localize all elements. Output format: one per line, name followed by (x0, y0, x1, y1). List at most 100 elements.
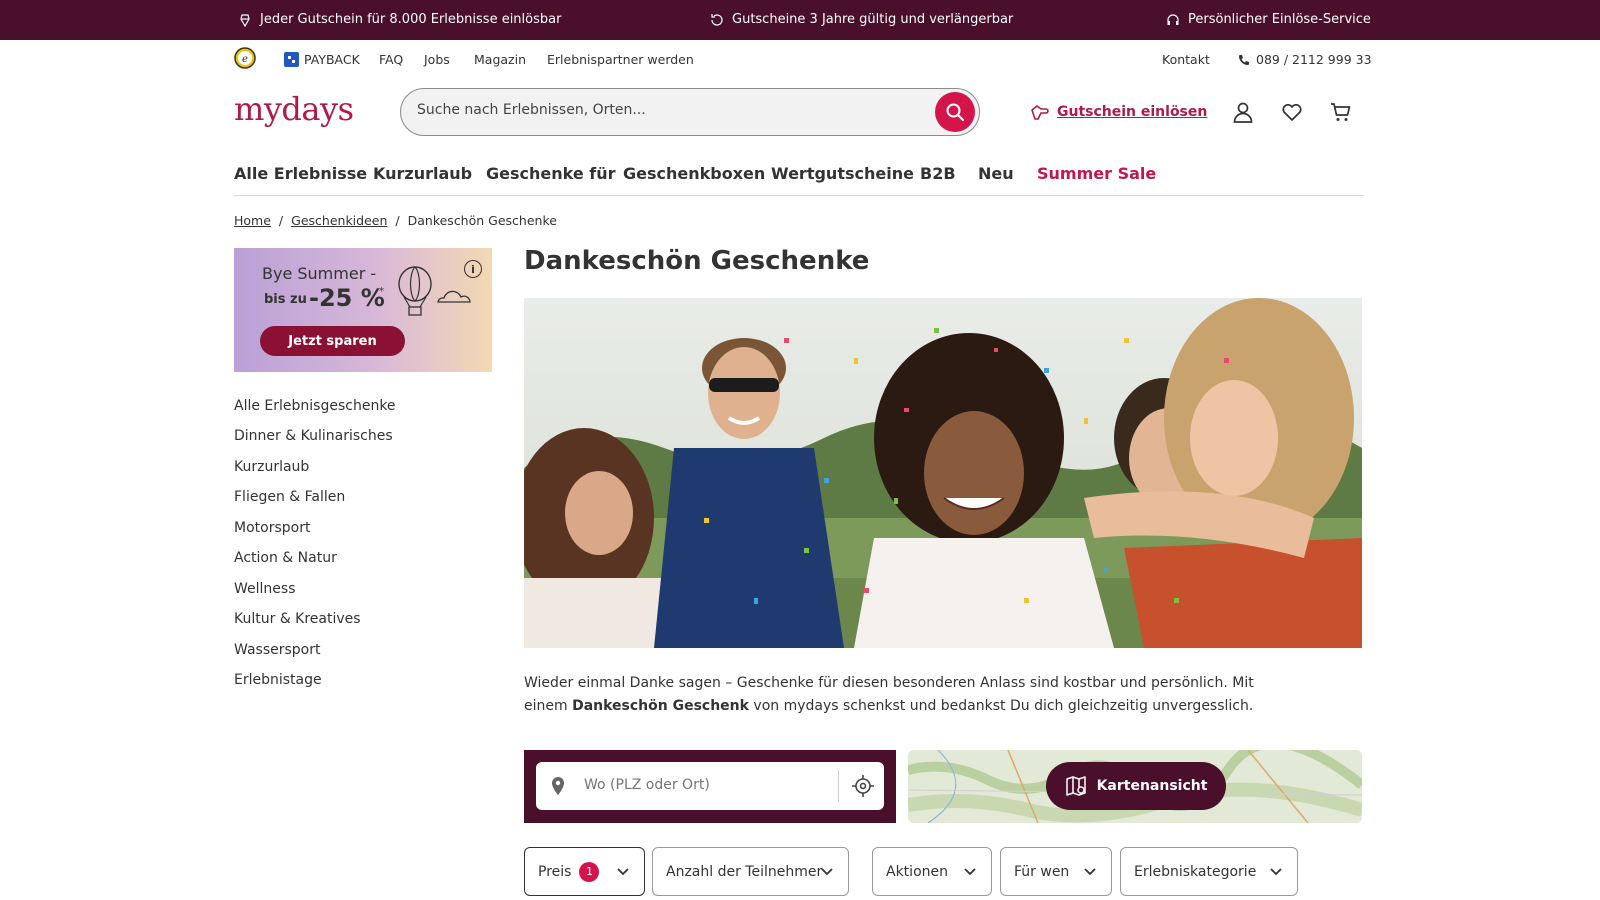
magazin-link[interactable]: Magazin (474, 52, 526, 67)
trusted-shops-badge[interactable]: e (234, 47, 256, 72)
field-divider (838, 770, 839, 802)
nav-alle-erlebnisse[interactable]: Alle Erlebnisse (234, 164, 367, 183)
nav-wertgutscheine[interactable]: Wertgutscheine (771, 164, 914, 183)
intro-text-part: von mydays schenkst und bedankst Du dich… (748, 698, 1254, 714)
mydays-logo[interactable]: mydays (234, 90, 354, 128)
map-view-label: Kartenansicht (1096, 778, 1208, 794)
location-field (536, 762, 884, 810)
filter-count-badge: 1 (579, 861, 600, 882)
category-item[interactable]: Dinner & Kulinarisches (234, 428, 393, 444)
trusted-shops-icon: e (234, 47, 256, 69)
page-title: Dankeschön Geschenke (524, 246, 870, 276)
promo-headline: Bye Summer - (262, 264, 377, 283)
filter-label: Erlebniskategorie (1134, 863, 1257, 880)
chevron-down-icon (964, 868, 976, 876)
account-icon[interactable] (1232, 101, 1254, 123)
map-preview[interactable]: Kartenansicht (908, 750, 1362, 823)
category-item[interactable]: Kurzurlaub (234, 459, 309, 475)
cart-icon[interactable] (1330, 101, 1352, 123)
usp-text: Jeder Gutschein für 8.000 Erlebnisse ein… (260, 12, 562, 27)
phone-link[interactable]: 089 / 2112 999 33 (1238, 52, 1372, 67)
phone-icon (1239, 54, 1249, 65)
filter-preis[interactable]: Preis 1 (524, 847, 645, 896)
promo-footnote-mark: * (379, 286, 384, 297)
filter-fuer-wen[interactable]: Für wen (1000, 847, 1112, 896)
category-item[interactable]: Kultur & Kreatives (234, 611, 361, 627)
filter-label: Preis (538, 863, 572, 880)
nav-geschenke-fuer[interactable]: Geschenke für (486, 164, 616, 183)
category-item[interactable]: Wassersport (234, 642, 320, 658)
chevron-down-icon (1084, 868, 1096, 876)
svg-text:e: e (242, 54, 248, 65)
category-item[interactable]: Action & Natur (234, 550, 337, 566)
jobs-link[interactable]: Jobs (424, 52, 450, 67)
chevron-down-icon (1270, 868, 1282, 876)
promo-discount: -25 % (309, 284, 385, 312)
chevron-down-icon (617, 868, 629, 876)
headset-icon (1167, 13, 1179, 25)
filter-aktionen[interactable]: Aktionen (872, 847, 992, 896)
promo-banner[interactable]: Bye Summer - bis zu -25 % * i Jetzt spar… (234, 248, 492, 372)
category-item[interactable]: Alle Erlebnisgeschenke (234, 398, 396, 414)
filter-label: Aktionen (886, 863, 948, 880)
map-icon (1065, 776, 1086, 796)
partner-link[interactable]: Erlebnispartner werden (547, 52, 694, 67)
location-search-box (524, 750, 896, 823)
search-input[interactable] (417, 102, 897, 118)
location-input[interactable] (584, 777, 824, 793)
nav-summer-sale[interactable]: Summer Sale (1037, 164, 1156, 183)
phone-number: 089 / 2112 999 33 (1256, 52, 1372, 67)
category-item[interactable]: Motorsport (234, 520, 310, 536)
jetzt-sparen-button[interactable]: Jetzt sparen (260, 326, 405, 356)
nav-geschenkboxen[interactable]: Geschenkboxen (623, 164, 765, 183)
chevron-down-icon (821, 868, 833, 876)
breadcrumb-geschenkideen[interactable]: Geschenkideen (291, 213, 387, 228)
usp-item: Persönlicher Einlöse-Service (1166, 12, 1371, 27)
search-button[interactable] (935, 92, 975, 132)
breadcrumb-current: Dankeschön Geschenke (407, 213, 557, 228)
search-icon (946, 103, 964, 121)
gift-voucher-icon (240, 13, 250, 27)
hero-image (524, 298, 1362, 648)
nav-b2b[interactable]: B2B (920, 164, 956, 183)
redeem-label: Gutschein einlösen (1057, 104, 1208, 120)
filter-teilnehmer[interactable]: Anzahl der Teilnehmer (652, 847, 849, 896)
breadcrumb-separator: / (395, 213, 400, 228)
breadcrumb-separator: / (278, 213, 284, 228)
search-bar (400, 88, 980, 136)
location-pin-icon (552, 777, 564, 795)
usp-bar: Jeder Gutschein für 8.000 Erlebnisse ein… (0, 0, 1600, 40)
refresh-icon (711, 13, 723, 26)
redeem-voucher-link[interactable]: Gutschein einlösen (1030, 102, 1207, 122)
usp-text: Persönlicher Einlöse-Service (1188, 12, 1371, 27)
cloud-icon (437, 290, 471, 303)
nav-neu[interactable]: Neu (978, 164, 1014, 183)
hand-gift-icon (1031, 105, 1049, 120)
nav-kurzurlaub[interactable]: Kurzurlaub (373, 164, 472, 183)
category-item[interactable]: Erlebnistage (234, 672, 322, 688)
intro-text: Wieder einmal Danke sagen – Geschenke fü… (524, 672, 1254, 718)
usp-item: Jeder Gutschein für 8.000 Erlebnisse ein… (238, 12, 561, 27)
filter-label: Für wen (1014, 863, 1070, 880)
category-item[interactable]: Wellness (234, 581, 296, 597)
meta-nav: e PAYBACK FAQ Jobs Magazin Erlebnispartn… (234, 47, 1372, 72)
payback-icon (284, 52, 299, 67)
breadcrumb: Home / Geschenkideen / Dankeschön Geschenke (234, 213, 557, 228)
promo-subline: bis zu (264, 292, 307, 307)
info-icon[interactable]: i (464, 260, 482, 278)
map-view-button[interactable]: Kartenansicht (1046, 762, 1226, 810)
locate-me-icon[interactable] (852, 775, 874, 797)
celebration-photo (524, 298, 1362, 648)
usp-text: Gutscheine 3 Jahre gültig und verlängerb… (732, 12, 1014, 27)
usp-item: Gutscheine 3 Jahre gültig und verlängerb… (710, 12, 1013, 27)
breadcrumb-home[interactable]: Home (234, 213, 271, 228)
wishlist-heart-icon[interactable] (1281, 101, 1303, 123)
payback-link[interactable]: PAYBACK (284, 52, 360, 67)
kontakt-link[interactable]: Kontakt (1162, 52, 1210, 67)
filter-label: Anzahl der Teilnehmer (666, 863, 823, 880)
main-nav: Alle Erlebnisse Kurzurlaub Geschenke für… (234, 162, 1364, 196)
category-item[interactable]: Fliegen & Fallen (234, 489, 345, 505)
faq-link[interactable]: FAQ (379, 52, 403, 67)
hot-air-balloon-icon (398, 266, 432, 316)
filter-erlebniskategorie[interactable]: Erlebniskategorie (1120, 847, 1298, 896)
